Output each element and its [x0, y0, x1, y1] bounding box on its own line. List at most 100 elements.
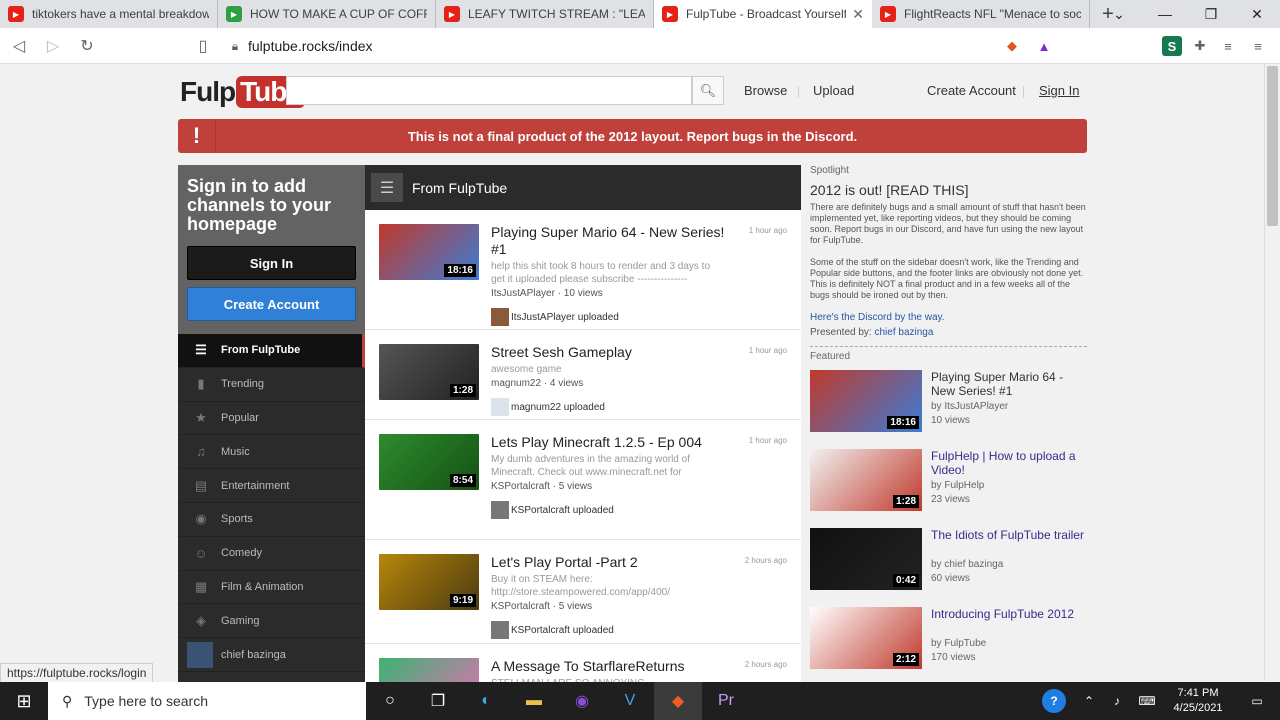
feed-item[interactable]: 8:54 Lets Play Minecraft 1.2.5 - Ep 004 My…: [365, 420, 801, 540]
video-thumbnail[interactable]: 18:16: [810, 370, 922, 432]
file-explorer-icon[interactable]: ▬: [510, 682, 558, 720]
create-account-button[interactable]: Create Account: [187, 287, 356, 321]
brave-icon[interactable]: ◆: [654, 682, 702, 720]
video-description: awesome game: [491, 364, 562, 375]
sidebar-item[interactable]: ▦ Film & Animation: [178, 571, 365, 605]
video-thumbnail[interactable]: 8:54: [379, 434, 479, 490]
video-title[interactable]: A Message To StarflareReturns: [491, 658, 725, 675]
close-window-button[interactable]: ✕: [1234, 0, 1280, 28]
browse-link[interactable]: Browse: [744, 83, 787, 98]
video-meta: KSPortalcraft · 5 views: [491, 481, 593, 492]
uploader-text[interactable]: magnum22 uploaded: [511, 402, 605, 413]
sign-in-button[interactable]: Sign In: [187, 246, 356, 280]
video-title[interactable]: The Idiots of FulpTube trailer: [931, 528, 1087, 542]
rewards-icon[interactable]: ▲: [1034, 36, 1054, 56]
app-icon[interactable]: ◉: [558, 682, 606, 720]
help-icon[interactable]: ?: [1042, 689, 1066, 713]
video-thumbnail[interactable]: 1:28: [810, 449, 922, 511]
taskbar-search[interactable]: ⚲ Type here to search: [48, 682, 366, 720]
sidebar-item[interactable]: ☺ Comedy: [178, 537, 365, 571]
clock[interactable]: 7:41 PM 4/25/2021: [1162, 686, 1234, 716]
tab-favicon: ▶: [880, 6, 896, 22]
create-account-link[interactable]: Create Account: [927, 83, 1016, 98]
uploader-text[interactable]: KSPortalcraft uploaded: [511, 625, 614, 636]
video-meta: KSPortalcraft · 5 views: [491, 601, 593, 612]
back-icon[interactable]: ◁: [4, 31, 34, 61]
feed-item[interactable]: 9:19 Let's Play Portal -Part 2 Buy it on S…: [365, 540, 801, 644]
discord-link[interactable]: Here's the Discord by the way.: [810, 312, 1087, 323]
presenter-link[interactable]: chief bazinga: [875, 327, 934, 338]
volume-icon[interactable]: ♪: [1102, 694, 1132, 708]
maximize-button[interactable]: ❐: [1188, 0, 1234, 28]
task-view-icon[interactable]: ❐: [414, 682, 462, 720]
notification-icon[interactable]: ▭: [1234, 694, 1280, 708]
video-thumbnail[interactable]: 0:42: [810, 528, 922, 590]
reload-icon[interactable]: ↻: [72, 31, 102, 61]
featured-item[interactable]: 2:12 Introducing FulpTube 2012 by FulpTube…: [810, 607, 1087, 682]
video-title[interactable]: Let's Play Portal -Part 2: [491, 554, 725, 571]
spotlight-title[interactable]: 2012 is out! [READ THIS]: [810, 182, 1087, 198]
sidebar-item[interactable]: ☰ From FulpTube: [178, 334, 365, 368]
featured-item[interactable]: 18:16 Playing Super Mario 64 - New Series…: [810, 370, 1087, 449]
video-thumbnail[interactable]: 18:16: [379, 224, 479, 280]
sidebar-item[interactable]: ♫ Music: [178, 435, 365, 470]
forward-icon[interactable]: ▷: [38, 31, 68, 61]
chevron-down-icon[interactable]: ⌄: [1096, 0, 1142, 28]
close-tab-icon[interactable]: ✕: [852, 6, 864, 23]
sidebar-item[interactable]: ▮ Trending: [178, 368, 365, 402]
uploader-line: ItsJustAPlayer uploaded: [491, 308, 725, 326]
sidebar-item[interactable]: ★ Popular: [178, 402, 365, 436]
extension-s-icon[interactable]: S: [1162, 36, 1182, 56]
feed-item[interactable]: 1:28 Street Sesh Gameplay awesome game magn…: [365, 330, 801, 420]
bookmark-icon[interactable]: ▯: [188, 31, 218, 61]
puzzle-icon[interactable]: ✚: [1190, 36, 1210, 56]
featured-item[interactable]: 1:28 FulpHelp | How to upload a Video! by …: [810, 449, 1087, 528]
browser-toolbar: ◁ ▷ ↻ ▯ 🔒︎ fulptube.rocks/index ◆ ▲ S ✚ …: [0, 28, 1280, 64]
windows-start-icon[interactable]: ⊞: [0, 682, 48, 720]
minimize-button[interactable]: —: [1142, 0, 1188, 28]
vegas-icon[interactable]: V: [606, 682, 654, 720]
video-title[interactable]: Introducing FulpTube 2012: [931, 607, 1087, 621]
browser-tab[interactable]: ▶ tiktokers have a mental breakdown: [0, 0, 218, 28]
video-title[interactable]: Playing Super Mario 64 - New Series! #1: [491, 224, 725, 258]
video-thumbnail[interactable]: 1:28: [379, 344, 479, 400]
upload-link[interactable]: Upload: [813, 83, 854, 98]
browser-tab[interactable]: ▶ LEAFY TWITCH STREAM : "LEAFY IS T: [436, 0, 654, 28]
video-title[interactable]: FulpHelp | How to upload a Video!: [931, 449, 1087, 477]
cortana-icon[interactable]: ○: [366, 682, 414, 720]
address-bar[interactable]: 🔒︎ fulptube.rocks/index: [222, 32, 1096, 60]
browser-tab[interactable]: ▶ HOW TO MAKE A CUP OF COFFEE W: [218, 0, 436, 28]
video-thumbnail[interactable]: 9:19: [379, 554, 479, 610]
feed-item[interactable]: 18:16 Playing Super Mario 64 - New Series…: [365, 210, 801, 330]
status-bar-url: https://fulptube.rocks/login: [0, 663, 154, 683]
premiere-icon[interactable]: Pr: [702, 682, 750, 720]
feed-item[interactable]: A Message To StarflareReturnsSTELLMAN I …: [365, 644, 801, 682]
sidebar-item[interactable]: ◉ Sports: [178, 503, 365, 537]
video-thumbnail[interactable]: [379, 658, 479, 682]
chevron-up-icon[interactable]: ⌃: [1076, 694, 1102, 708]
uploader-text[interactable]: KSPortalcraft uploaded: [511, 505, 614, 516]
video-thumbnail[interactable]: 2:12: [810, 607, 922, 669]
edge-icon[interactable]: ◐: [462, 682, 510, 720]
keyboard-icon[interactable]: ⌨: [1132, 694, 1162, 708]
sidebar-item[interactable]: chief bazinga: [178, 638, 365, 672]
uploader-text[interactable]: ItsJustAPlayer uploaded: [511, 312, 619, 323]
sign-in-link[interactable]: Sign In: [1039, 83, 1079, 98]
browser-tab[interactable]: ▶ FlightReacts NFL "Menace to society: [872, 0, 1090, 28]
menu-icon[interactable]: ≡: [1248, 36, 1268, 56]
brave-shield-icon[interactable]: ◆: [1002, 36, 1022, 56]
video-title[interactable]: Street Sesh Gameplay: [491, 344, 725, 361]
tab-title: tiktokers have a mental breakdown: [32, 7, 209, 21]
featured-item[interactable]: 0:42 The Idiots of FulpTube trailer by chi…: [810, 528, 1087, 607]
playlist-icon[interactable]: ≡: [1218, 36, 1238, 56]
search-button[interactable]: 🔍︎: [692, 76, 724, 105]
browser-tab[interactable]: ▶ FulpTube - Broadcast Yourself. ✕: [654, 0, 872, 28]
sidebar-item[interactable]: ◈ Gaming: [178, 604, 365, 639]
video-title[interactable]: Lets Play Minecraft 1.2.5 - Ep 004: [491, 434, 725, 451]
feed-item-text: Let's Play Portal -Part 2 Buy it on STEAM…: [491, 554, 725, 639]
scrollbar-thumb[interactable]: [1267, 66, 1278, 226]
search-input[interactable]: [286, 76, 692, 105]
url-text[interactable]: fulptube.rocks/index: [248, 38, 373, 54]
sidebar-item[interactable]: ▤ Entertainment: [178, 469, 365, 503]
video-title[interactable]: Playing Super Mario 64 - New Series! #1: [931, 370, 1087, 398]
